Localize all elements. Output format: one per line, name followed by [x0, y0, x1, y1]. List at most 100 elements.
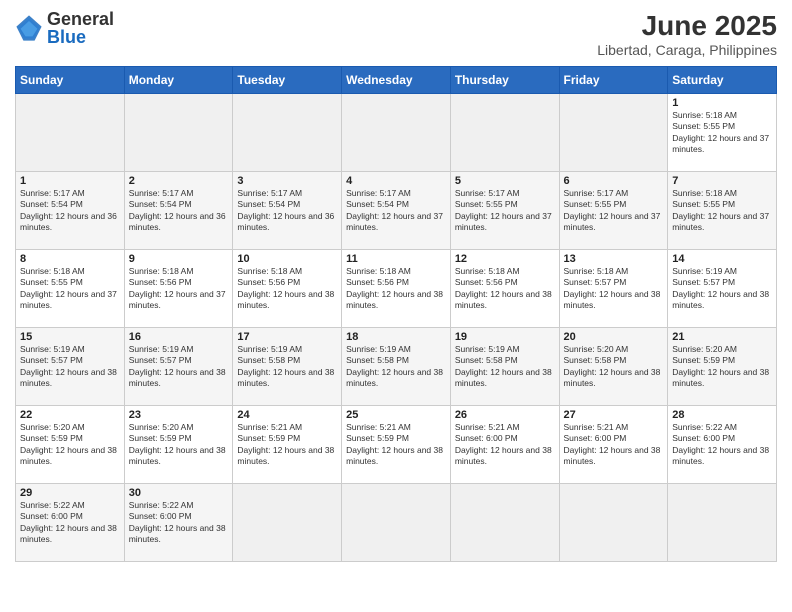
- day-info: Sunrise: 5:17 AMSunset: 5:54 PMDaylight:…: [346, 188, 446, 234]
- calendar-cell: 26Sunrise: 5:21 AMSunset: 6:00 PMDayligh…: [450, 406, 559, 484]
- logo-general: General: [47, 10, 114, 28]
- calendar-cell: 22Sunrise: 5:20 AMSunset: 5:59 PMDayligh…: [16, 406, 125, 484]
- calendar-header-tuesday: Tuesday: [233, 67, 342, 94]
- calendar-cell: [450, 94, 559, 172]
- day-info: Sunrise: 5:18 AMSunset: 5:55 PMDaylight:…: [672, 110, 772, 156]
- day-info: Sunrise: 5:18 AMSunset: 5:56 PMDaylight:…: [455, 266, 555, 312]
- calendar-header-monday: Monday: [124, 67, 233, 94]
- logo: General Blue: [15, 10, 114, 46]
- day-info: Sunrise: 5:20 AMSunset: 5:59 PMDaylight:…: [672, 344, 772, 390]
- day-number: 5: [455, 175, 555, 187]
- day-info: Sunrise: 5:17 AMSunset: 5:54 PMDaylight:…: [129, 188, 229, 234]
- calendar-cell: 2Sunrise: 5:17 AMSunset: 5:54 PMDaylight…: [124, 172, 233, 250]
- day-info: Sunrise: 5:21 AMSunset: 6:00 PMDaylight:…: [564, 422, 664, 468]
- day-info: Sunrise: 5:19 AMSunset: 5:58 PMDaylight:…: [455, 344, 555, 390]
- calendar-cell: 6Sunrise: 5:17 AMSunset: 5:55 PMDaylight…: [559, 172, 668, 250]
- day-info: Sunrise: 5:19 AMSunset: 5:58 PMDaylight:…: [237, 344, 337, 390]
- day-info: Sunrise: 5:18 AMSunset: 5:55 PMDaylight:…: [672, 188, 772, 234]
- calendar-cell: 8Sunrise: 5:18 AMSunset: 5:55 PMDaylight…: [16, 250, 125, 328]
- calendar-cell: [124, 94, 233, 172]
- day-info: Sunrise: 5:19 AMSunset: 5:57 PMDaylight:…: [129, 344, 229, 390]
- calendar-cell: 21Sunrise: 5:20 AMSunset: 5:59 PMDayligh…: [668, 328, 777, 406]
- calendar-week-3: 15Sunrise: 5:19 AMSunset: 5:57 PMDayligh…: [16, 328, 777, 406]
- day-info: Sunrise: 5:17 AMSunset: 5:55 PMDaylight:…: [455, 188, 555, 234]
- day-number: 7: [672, 175, 772, 187]
- calendar-header-row: SundayMondayTuesdayWednesdayThursdayFrid…: [16, 67, 777, 94]
- day-number: 25: [346, 409, 446, 421]
- calendar-cell: 17Sunrise: 5:19 AMSunset: 5:58 PMDayligh…: [233, 328, 342, 406]
- calendar-cell: 5Sunrise: 5:17 AMSunset: 5:55 PMDaylight…: [450, 172, 559, 250]
- day-number: 24: [237, 409, 337, 421]
- day-info: Sunrise: 5:18 AMSunset: 5:55 PMDaylight:…: [20, 266, 120, 312]
- calendar-header-saturday: Saturday: [668, 67, 777, 94]
- day-number: 21: [672, 331, 772, 343]
- day-number: 4: [346, 175, 446, 187]
- day-number: 27: [564, 409, 664, 421]
- day-number: 20: [564, 331, 664, 343]
- day-number: 11: [346, 253, 446, 265]
- day-number: 13: [564, 253, 664, 265]
- day-number: 19: [455, 331, 555, 343]
- calendar-cell: 28Sunrise: 5:22 AMSunset: 6:00 PMDayligh…: [668, 406, 777, 484]
- calendar-week-1: 1Sunrise: 5:17 AMSunset: 5:54 PMDaylight…: [16, 172, 777, 250]
- calendar-week-0: 1Sunrise: 5:18 AMSunset: 5:55 PMDaylight…: [16, 94, 777, 172]
- calendar-cell: 23Sunrise: 5:20 AMSunset: 5:59 PMDayligh…: [124, 406, 233, 484]
- day-number: 18: [346, 331, 446, 343]
- day-number: 1: [20, 175, 120, 187]
- calendar-cell: 9Sunrise: 5:18 AMSunset: 5:56 PMDaylight…: [124, 250, 233, 328]
- calendar-cell: 15Sunrise: 5:19 AMSunset: 5:57 PMDayligh…: [16, 328, 125, 406]
- calendar-cell: 19Sunrise: 5:19 AMSunset: 5:58 PMDayligh…: [450, 328, 559, 406]
- day-info: Sunrise: 5:20 AMSunset: 5:58 PMDaylight:…: [564, 344, 664, 390]
- day-number: 17: [237, 331, 337, 343]
- day-number: 22: [20, 409, 120, 421]
- calendar-cell: 11Sunrise: 5:18 AMSunset: 5:56 PMDayligh…: [342, 250, 451, 328]
- day-info: Sunrise: 5:20 AMSunset: 5:59 PMDaylight:…: [20, 422, 120, 468]
- calendar-cell: [559, 484, 668, 562]
- day-info: Sunrise: 5:18 AMSunset: 5:56 PMDaylight:…: [237, 266, 337, 312]
- day-info: Sunrise: 5:18 AMSunset: 5:57 PMDaylight:…: [564, 266, 664, 312]
- calendar-cell: 10Sunrise: 5:18 AMSunset: 5:56 PMDayligh…: [233, 250, 342, 328]
- calendar-cell: 25Sunrise: 5:21 AMSunset: 5:59 PMDayligh…: [342, 406, 451, 484]
- day-info: Sunrise: 5:19 AMSunset: 5:58 PMDaylight:…: [346, 344, 446, 390]
- calendar-week-5: 29Sunrise: 5:22 AMSunset: 6:00 PMDayligh…: [16, 484, 777, 562]
- logo-icon: [15, 14, 43, 42]
- day-number: 15: [20, 331, 120, 343]
- day-info: Sunrise: 5:18 AMSunset: 5:56 PMDaylight:…: [346, 266, 446, 312]
- location: Libertad, Caraga, Philippines: [597, 42, 777, 58]
- logo-text: General Blue: [47, 10, 114, 46]
- calendar-cell: [342, 484, 451, 562]
- day-info: Sunrise: 5:18 AMSunset: 5:56 PMDaylight:…: [129, 266, 229, 312]
- day-info: Sunrise: 5:21 AMSunset: 5:59 PMDaylight:…: [346, 422, 446, 468]
- calendar-cell: 29Sunrise: 5:22 AMSunset: 6:00 PMDayligh…: [16, 484, 125, 562]
- calendar-header-friday: Friday: [559, 67, 668, 94]
- day-info: Sunrise: 5:17 AMSunset: 5:54 PMDaylight:…: [20, 188, 120, 234]
- calendar-cell: [233, 484, 342, 562]
- calendar-cell: 14Sunrise: 5:19 AMSunset: 5:57 PMDayligh…: [668, 250, 777, 328]
- calendar-cell: 30Sunrise: 5:22 AMSunset: 6:00 PMDayligh…: [124, 484, 233, 562]
- day-number: 8: [20, 253, 120, 265]
- calendar-cell: 12Sunrise: 5:18 AMSunset: 5:56 PMDayligh…: [450, 250, 559, 328]
- header: General Blue June 2025 Libertad, Caraga,…: [15, 10, 777, 58]
- day-number: 26: [455, 409, 555, 421]
- calendar-cell: 18Sunrise: 5:19 AMSunset: 5:58 PMDayligh…: [342, 328, 451, 406]
- calendar-cell: [342, 94, 451, 172]
- day-info: Sunrise: 5:17 AMSunset: 5:54 PMDaylight:…: [237, 188, 337, 234]
- calendar-week-4: 22Sunrise: 5:20 AMSunset: 5:59 PMDayligh…: [16, 406, 777, 484]
- calendar-cell: 3Sunrise: 5:17 AMSunset: 5:54 PMDaylight…: [233, 172, 342, 250]
- day-info: Sunrise: 5:19 AMSunset: 5:57 PMDaylight:…: [20, 344, 120, 390]
- month-title: June 2025: [597, 10, 777, 42]
- calendar-cell: 27Sunrise: 5:21 AMSunset: 6:00 PMDayligh…: [559, 406, 668, 484]
- calendar-cell: 1Sunrise: 5:17 AMSunset: 5:54 PMDaylight…: [16, 172, 125, 250]
- calendar-cell: [16, 94, 125, 172]
- day-info: Sunrise: 5:17 AMSunset: 5:55 PMDaylight:…: [564, 188, 664, 234]
- day-number: 30: [129, 487, 229, 499]
- day-number: 16: [129, 331, 229, 343]
- calendar-header-sunday: Sunday: [16, 67, 125, 94]
- calendar-cell: 7Sunrise: 5:18 AMSunset: 5:55 PMDaylight…: [668, 172, 777, 250]
- day-info: Sunrise: 5:22 AMSunset: 6:00 PMDaylight:…: [20, 500, 120, 546]
- day-number: 29: [20, 487, 120, 499]
- day-info: Sunrise: 5:22 AMSunset: 6:00 PMDaylight:…: [129, 500, 229, 546]
- day-info: Sunrise: 5:22 AMSunset: 6:00 PMDaylight:…: [672, 422, 772, 468]
- day-number: 1: [672, 97, 772, 109]
- calendar-cell: [233, 94, 342, 172]
